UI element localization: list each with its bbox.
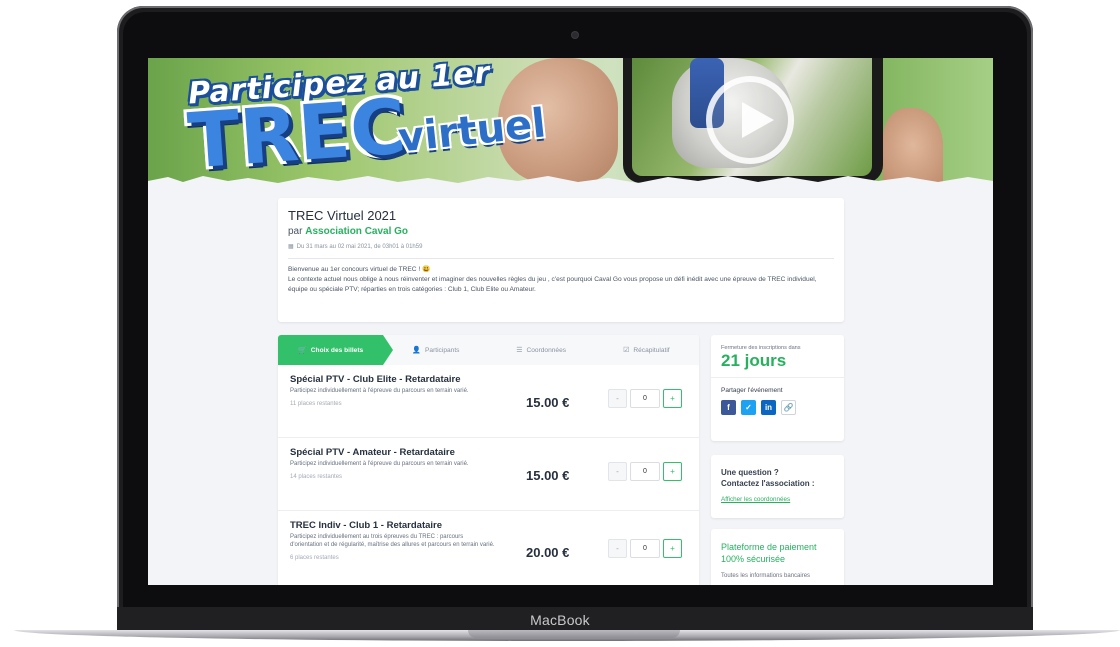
- check-icon: ☑: [623, 347, 630, 354]
- ticket-name: Spécial PTV - Amateur - Retardataire: [290, 447, 455, 458]
- step-label: Coordonnées: [526, 346, 567, 354]
- question-heading: Une question ?: [721, 468, 779, 477]
- event-title: TREC Virtuel 2021: [288, 208, 397, 223]
- linkedin-icon[interactable]: in: [761, 400, 776, 415]
- facebook-icon[interactable]: f: [721, 400, 736, 415]
- event-organizer-line: par Association Caval Go: [288, 226, 834, 237]
- cart-icon: 🛒: [298, 347, 307, 354]
- show-contact-link[interactable]: Afficher les coordonnées: [721, 496, 834, 503]
- event-dates-text: Du 31 mars au 02 mai 2021, de 03h01 à 01…: [296, 243, 423, 250]
- quantity-stepper: - 0 +: [608, 389, 682, 408]
- ticket-row: Spécial PTV - Club Elite - Retardataire …: [278, 365, 699, 438]
- payment-title: Plateforme de paiement 100% sécurisée: [721, 542, 817, 564]
- event-info-card: TREC Virtuel 2021 par Association Caval …: [278, 198, 844, 322]
- play-icon[interactable]: [706, 76, 794, 164]
- link-icon[interactable]: 🔗: [781, 400, 796, 415]
- step-ticket-choice[interactable]: 🛒 Choix des billets: [278, 335, 394, 365]
- organizer-prefix: par: [288, 226, 303, 237]
- calendar-icon: ▦: [288, 244, 294, 250]
- share-buttons: f ✓ in 🔗: [711, 400, 844, 415]
- step-label: Récapitulatif: [633, 346, 670, 354]
- increase-button[interactable]: +: [663, 462, 682, 481]
- quantity-input[interactable]: 0: [630, 462, 660, 481]
- divider: [288, 258, 834, 259]
- contact-heading: Contactez l'association :: [721, 479, 815, 488]
- step-summary[interactable]: ☑ Récapitulatif: [594, 335, 699, 365]
- decrease-button[interactable]: -: [608, 539, 627, 558]
- ticket-name: TREC Indiv - Club 1 - Retardataire: [290, 520, 443, 531]
- quantity-input[interactable]: 0: [630, 389, 660, 408]
- share-label: Partager l'événement: [721, 387, 783, 394]
- checkout-steps: 🛒 Choix des billets 👤 Participants ☰ Coo…: [278, 335, 699, 365]
- increase-button[interactable]: +: [663, 539, 682, 558]
- ticket-description: Participez individuellement à l'épreuve …: [290, 388, 469, 394]
- registration-countdown-card: Fermeture des inscriptions dans 21 jours…: [711, 335, 844, 441]
- banner-title-line2: TREC: [185, 81, 409, 183]
- step-contact-details[interactable]: ☰ Coordonnées: [489, 335, 594, 365]
- device-label: MacBook: [530, 612, 590, 628]
- organizer-link[interactable]: Association Caval Go: [305, 226, 408, 237]
- closing-countdown: 21 jours: [721, 351, 787, 370]
- payment-description: Toutes les informations bancaires: [721, 573, 811, 579]
- ticket-price: 20.00 €: [526, 545, 570, 560]
- laptop-notch: [468, 630, 680, 638]
- camera-icon: [572, 32, 578, 38]
- twitter-icon[interactable]: ✓: [741, 400, 756, 415]
- quantity-stepper: - 0 +: [608, 462, 682, 481]
- step-label: Choix des billets: [310, 346, 364, 354]
- event-description-2: Le contexte actuel nous oblige à nous ré…: [288, 276, 817, 293]
- fingers-image: [883, 108, 943, 183]
- closing-label: Fermeture des inscriptions dans: [721, 345, 801, 351]
- ticket-price: 15.00 €: [526, 395, 570, 410]
- step-label: Participants: [425, 346, 460, 354]
- contact-card: Une question ? Contactez l'association :…: [711, 455, 844, 518]
- quantity-stepper: - 0 +: [608, 539, 682, 558]
- list-icon: ☰: [516, 347, 523, 354]
- tickets-panel: 🛒 Choix des billets 👤 Participants ☰ Coo…: [278, 335, 699, 585]
- increase-button[interactable]: +: [663, 389, 682, 408]
- decrease-button[interactable]: -: [608, 389, 627, 408]
- event-banner: Participez au 1er TREC virtuel: [148, 58, 993, 183]
- ticket-price: 15.00 €: [526, 468, 570, 483]
- secure-payment-card: Plateforme de paiement 100% sécurisée To…: [711, 529, 844, 585]
- user-icon: 👤: [412, 347, 421, 354]
- ticket-row: Spécial PTV - Amateur - Retardataire Par…: [278, 438, 699, 511]
- event-dates: ▦ Du 31 mars au 02 mai 2021, de 03h01 à …: [288, 243, 834, 251]
- ticket-description: Participez individuellement au trois épr…: [290, 534, 495, 548]
- screen: Participez au 1er TREC virtuel TREC Virt…: [148, 58, 993, 585]
- ticket-row: TREC Indiv - Club 1 - Retardataire Parti…: [278, 511, 699, 585]
- decrease-button[interactable]: -: [608, 462, 627, 481]
- event-description-1: Bienvenue au 1er concours virtuel de TRE…: [288, 266, 431, 273]
- quantity-input[interactable]: 0: [630, 539, 660, 558]
- step-participants[interactable]: 👤 Participants: [383, 335, 488, 365]
- ticket-name: Spécial PTV - Club Elite - Retardataire: [290, 374, 461, 385]
- torn-edge: [148, 176, 993, 183]
- divider: [711, 377, 844, 378]
- ticket-description: Participez individuellement à l'épreuve …: [290, 461, 469, 467]
